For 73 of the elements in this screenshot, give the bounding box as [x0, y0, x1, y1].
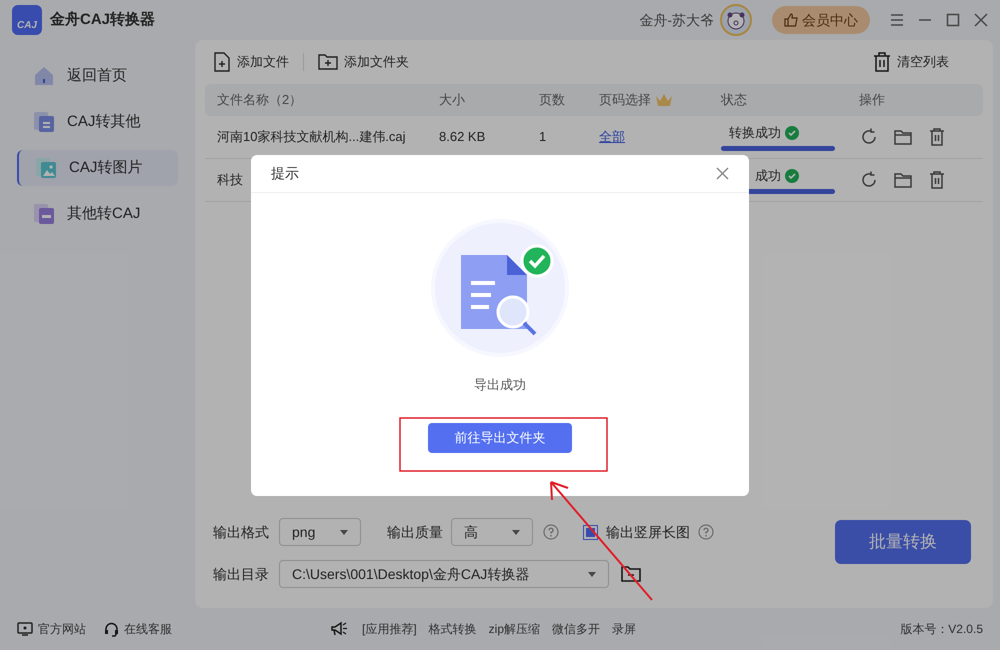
- help-icon: [698, 524, 714, 540]
- open-folder-button[interactable]: 前往导出文件夹: [428, 422, 572, 452]
- app-logo: CAJ: [12, 5, 42, 35]
- menu-icon[interactable]: [890, 13, 904, 27]
- monitor-icon: [17, 622, 33, 636]
- trash-icon[interactable]: [927, 170, 947, 190]
- close-icon[interactable]: [974, 13, 988, 27]
- dialog-message: 导出成功: [474, 376, 526, 394]
- footer-link[interactable]: 录屏: [612, 620, 636, 638]
- app-title: 金舟CAJ转换器: [50, 10, 156, 30]
- folder-icon[interactable]: [621, 565, 641, 583]
- footer-link[interactable]: 格式转换: [428, 620, 477, 638]
- version-text: 版本号：V2.0.5: [900, 621, 983, 638]
- long-image-checkbox[interactable]: [583, 524, 598, 540]
- footer-link[interactable]: 微信多开: [552, 620, 600, 638]
- column-header: 操作: [859, 91, 886, 110]
- sidebar-item[interactable]: 其他转CAJ: [17, 196, 178, 232]
- footer-link[interactable]: zip解压缩: [488, 620, 540, 638]
- help-icon: [543, 524, 559, 540]
- megaphone-icon: [330, 621, 348, 637]
- file-size: 8.62 KB: [439, 128, 486, 146]
- output-dir-label: 输出目录: [213, 564, 269, 584]
- service-link[interactable]: 在线客服: [104, 620, 172, 638]
- column-header: 大小: [439, 91, 466, 110]
- document-search-icon: [431, 219, 569, 357]
- crown-icon: [655, 93, 673, 107]
- user-name: 金舟-苏大爷: [639, 10, 714, 30]
- close-icon[interactable]: [716, 167, 729, 180]
- vip-center-button[interactable]: 会员中心: [772, 6, 870, 34]
- batch-convert-button[interactable]: 批量转换: [835, 520, 971, 564]
- caret-icon: [512, 530, 520, 534]
- maximize-icon[interactable]: [946, 13, 960, 27]
- column-header: 文件名称（2）: [217, 91, 304, 110]
- format-label: 输出格式: [213, 522, 269, 542]
- column-header: 页数: [539, 91, 566, 110]
- format-dropdown[interactable]: png: [279, 518, 361, 546]
- document-icon: [33, 203, 55, 225]
- status-text: 成功: [755, 167, 781, 186]
- quality-dropdown[interactable]: 高: [451, 518, 533, 546]
- house-icon: [33, 65, 55, 87]
- website-link[interactable]: 官方网站: [17, 620, 86, 638]
- thumbs-up-icon: [784, 13, 798, 27]
- footer-link[interactable]: [应用推荐]: [362, 620, 417, 638]
- add-file-button[interactable]: 添加文件: [213, 52, 289, 72]
- add-folder-button[interactable]: 添加文件夹: [318, 52, 409, 72]
- check-icon: [785, 126, 799, 140]
- file-name: 科技: [217, 171, 243, 190]
- column-header: 页码选择: [599, 90, 721, 110]
- document-icon: [33, 111, 55, 133]
- trash-icon[interactable]: [927, 127, 947, 147]
- file-plus-icon: [213, 52, 231, 72]
- trash-icon: [873, 52, 891, 72]
- sidebar-item[interactable]: 返回首页: [17, 58, 178, 94]
- page-select-link[interactable]: 全部: [599, 129, 625, 144]
- status-text: 转换成功: [729, 124, 781, 142]
- page-count: 1: [539, 128, 548, 146]
- image-icon: [35, 157, 57, 179]
- panda-icon: [726, 10, 746, 30]
- check-icon: [785, 169, 799, 183]
- file-name: 河南10家科技文献机构...建伟.caj: [217, 128, 406, 146]
- output-dir-dropdown[interactable]: C:\Users\001\Desktop\金舟CAJ转换器: [279, 560, 609, 588]
- avatar[interactable]: [720, 4, 752, 36]
- dialog-title: 提示: [271, 164, 299, 183]
- folder-plus-icon: [318, 53, 338, 71]
- caret-icon: [340, 530, 348, 534]
- clear-list-button[interactable]: 清空列表: [873, 52, 949, 72]
- column-header: 状态: [721, 91, 748, 110]
- sidebar-item[interactable]: CAJ转其他: [17, 104, 178, 140]
- sidebar-item[interactable]: CAJ转图片: [17, 150, 178, 186]
- caret-icon: [588, 572, 596, 576]
- headset-icon: [104, 622, 119, 636]
- quality-label: 输出质量: [387, 522, 443, 542]
- long-image-label: 输出竖屏长图: [606, 522, 690, 542]
